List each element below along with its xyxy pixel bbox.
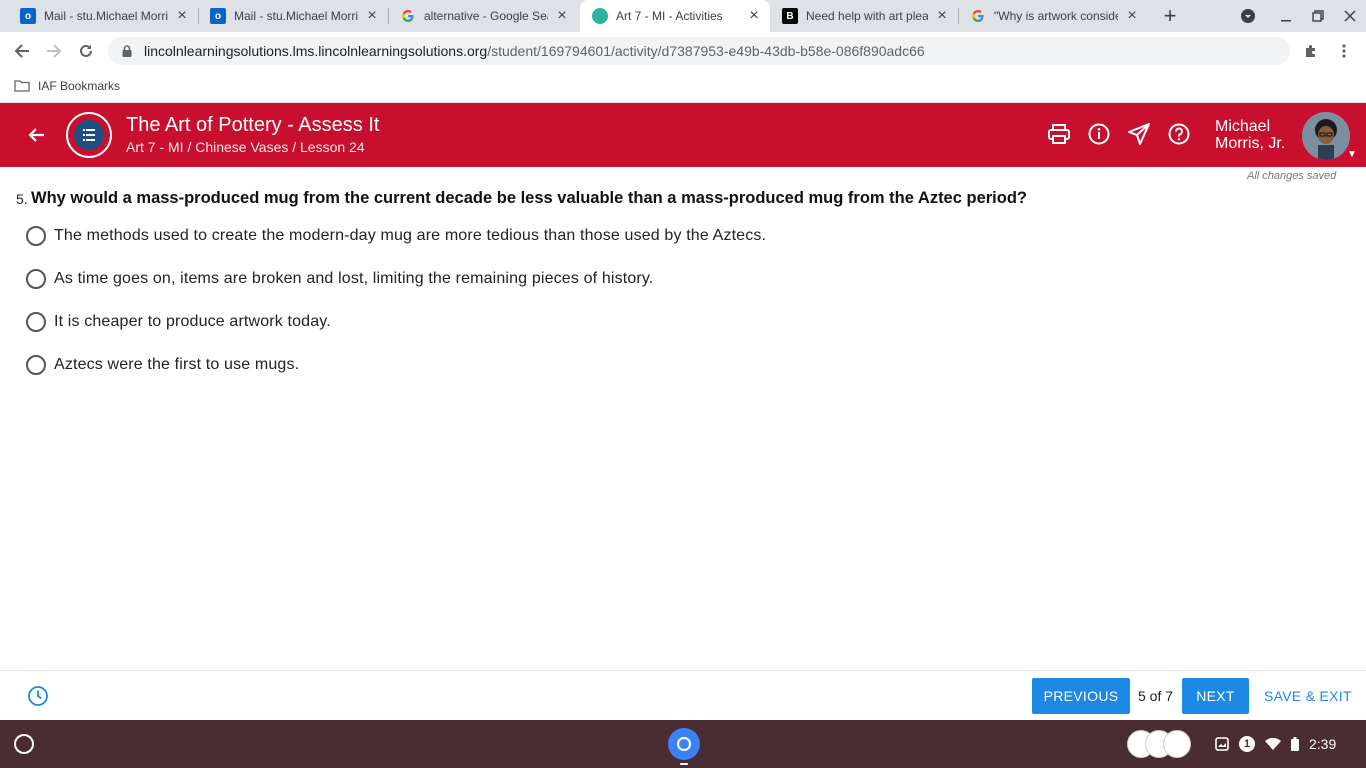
user-last-name: Morris, Jr. [1215,135,1286,152]
lms-icon [592,8,608,24]
extensions-icon[interactable] [1296,35,1328,67]
minimize-icon[interactable] [1270,0,1302,32]
wifi-icon [1265,738,1281,750]
clock-icon[interactable] [27,685,49,707]
browser-tab[interactable]: B Need help with art please × [770,0,958,32]
answer-label[interactable]: As time goes on, items are broken and lo… [54,270,653,288]
question-number: 5. [16,191,28,207]
folder-icon [14,80,30,92]
info-icon[interactable] [1086,121,1112,147]
answer-option[interactable]: It is cheaper to produce artwork today. [26,310,331,334]
browser-tab[interactable]: "Why is artwork considered × [958,0,1148,32]
user-first-name: Michael [1215,118,1271,135]
running-indicator [680,763,688,765]
browser-tab-strip: o Mail - stu.Michael Morris × o Mail - s… [0,0,1366,32]
page-indicator: 5 of 7 [1138,688,1174,704]
browser-tab-active[interactable]: Art 7 - MI - Activities × [580,0,770,32]
chrome-app-icon[interactable] [668,728,700,760]
status-tray[interactable]: 1 2:39 [1205,728,1360,760]
radio-button[interactable] [26,355,46,375]
question-text: Why would a mass-produced mug from the c… [31,189,1027,207]
address-bar[interactable]: lincolnlearningsolutions.lms.lincolnlear… [108,37,1290,65]
tab-search-icon[interactable] [1232,0,1264,32]
outlook-icon: o [20,8,36,24]
browser-tab[interactable]: alternative - Google Search × [388,0,578,32]
back-icon[interactable] [6,35,38,67]
chevron-down-icon[interactable]: ▼ [1347,149,1357,160]
tab-title: Art 7 - MI - Activities [616,9,723,23]
previous-button[interactable]: PREVIOUS [1032,678,1130,714]
print-icon[interactable] [1046,121,1072,147]
forward-icon[interactable] [38,35,70,67]
tab-title: Mail - stu.Michael Morris [44,9,168,23]
help-icon[interactable] [1166,121,1192,147]
new-tab-icon[interactable]: + [1154,0,1186,32]
back-arrow-icon[interactable] [20,119,52,151]
answer-option[interactable]: Aztecs were the first to use mugs. [26,353,299,377]
answer-option[interactable]: The methods used to create the modern-da… [26,224,766,248]
radio-button[interactable] [26,312,46,332]
tab-title: Mail - stu.Michael Morris [234,9,358,23]
breadcrumb: Art 7 - MI / Chinese Vases / Lesson 24 [126,139,365,155]
browser-toolbar: lincolnlearningsolutions.lms.lincolnlear… [0,32,1366,70]
radio-button[interactable] [26,226,46,246]
next-button[interactable]: NEXT [1182,678,1249,714]
tab-title: alternative - Google Search [424,9,548,23]
close-window-icon[interactable] [1334,0,1366,32]
close-tab-icon[interactable]: × [554,7,570,24]
answer-label[interactable]: It is cheaper to produce artwork today. [54,313,331,331]
reload-icon[interactable] [70,35,102,67]
launcher-icon[interactable] [14,734,34,754]
close-tab-icon[interactable]: × [746,7,762,24]
course-icon [66,112,112,158]
assessment-footer: PREVIOUS 5 of 7 NEXT SAVE & EXIT [0,670,1366,720]
brainly-icon: B [782,8,798,24]
google-icon [970,8,986,24]
screenshot-icon [1215,737,1229,751]
send-icon[interactable] [1126,121,1152,147]
google-icon [400,8,416,24]
close-tab-icon[interactable]: × [934,7,950,24]
page-title: The Art of Pottery - Assess It [126,114,380,136]
answer-label[interactable]: Aztecs were the first to use mugs. [54,356,299,374]
avatar[interactable] [1302,112,1350,160]
save-exit-button[interactable]: SAVE & EXIT [1264,688,1352,704]
close-tab-icon[interactable]: × [364,7,380,24]
notification-badge: 1 [1239,736,1255,752]
holding-space[interactable] [1127,730,1193,758]
bookmark-folder[interactable]: IAF Bookmarks [38,79,120,93]
app-header: The Art of Pottery - Assess It Art 7 - M… [0,103,1366,167]
tab-title: "Why is artwork considered [994,9,1118,23]
os-shelf: 1 2:39 [0,720,1366,768]
outlook-icon: o [210,8,226,24]
user-name[interactable]: Michael Morris, Jr. [1215,118,1285,152]
radio-button[interactable] [26,269,46,289]
answer-option[interactable]: As time goes on, items are broken and lo… [26,267,653,291]
answer-label[interactable]: The methods used to create the modern-da… [54,227,766,245]
browser-menu-icon[interactable] [1328,35,1360,67]
battery-icon [1291,737,1299,751]
clock-time: 2:39 [1309,736,1337,752]
tab-title: Need help with art please [806,9,928,23]
url-path: /student/169794601/activity/d7387953-e49… [487,43,925,59]
thumbnail-icon [1163,730,1191,758]
lock-icon[interactable] [120,44,134,58]
url-host: lincolnlearningsolutions.lms.lincolnlear… [144,43,488,59]
restore-icon[interactable] [1302,0,1334,32]
close-tab-icon[interactable]: × [174,7,190,24]
save-status: All changes saved [1247,170,1337,182]
browser-tab[interactable]: o Mail - stu.Michael Morris × [8,0,198,32]
close-tab-icon[interactable]: × [1124,7,1140,24]
browser-tab[interactable]: o Mail - stu.Michael Morris × [198,0,388,32]
bookmarks-bar: IAF Bookmarks [0,70,1366,103]
